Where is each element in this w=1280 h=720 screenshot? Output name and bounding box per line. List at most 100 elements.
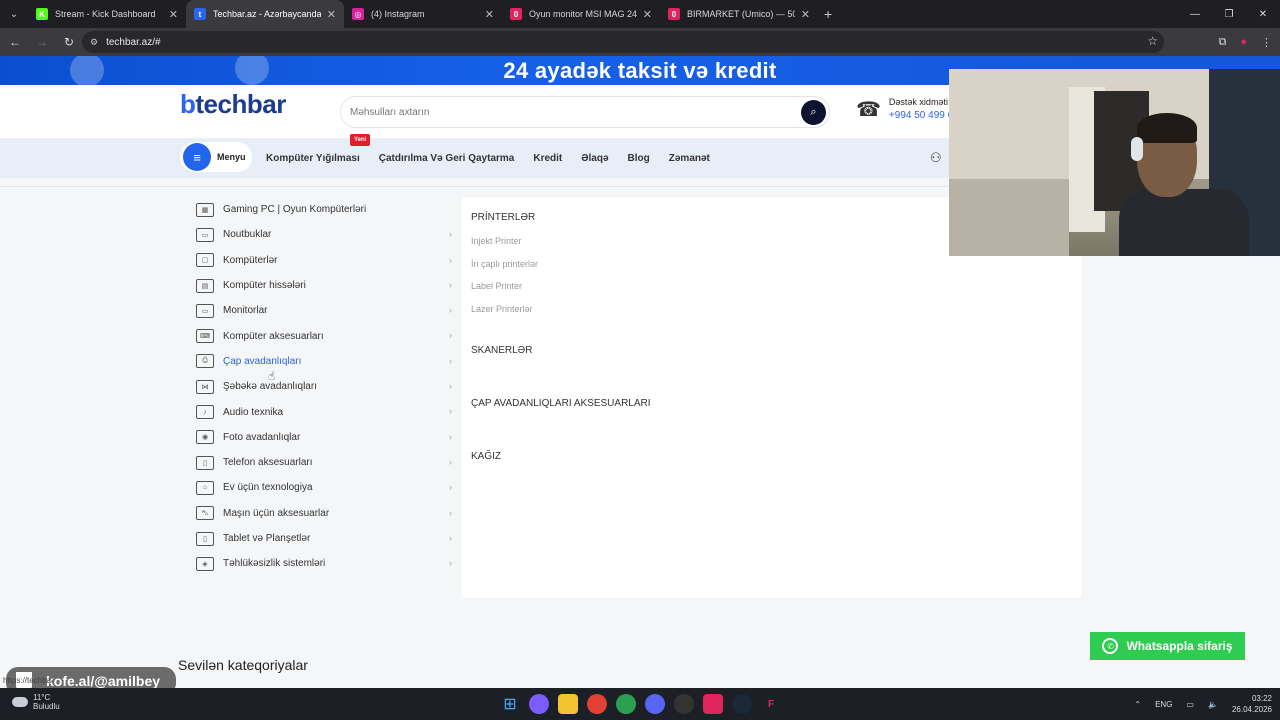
network-icon[interactable]: ▭: [1186, 700, 1194, 709]
category-item[interactable]: ⛍ Maşın üçün aksesuarlar ›: [190, 501, 460, 526]
category-item[interactable]: ▤ Kompüter hissələri ›: [190, 273, 460, 298]
audio-icon: ♪: [196, 405, 214, 420]
chrome-profile-icon[interactable]: [616, 694, 636, 714]
subcategory-link[interactable]: Injekt Printer: [471, 236, 522, 246]
system-tray: ⌃ ENG ▭ 🔈 03:22 26.04.2026: [1134, 688, 1272, 720]
tab-close-icon[interactable]: ✕: [801, 8, 810, 21]
chevron-right-icon: ›: [449, 406, 452, 417]
subcategory-group-title[interactable]: PRİNTERLƏR: [471, 212, 535, 223]
back-icon[interactable]: ←: [3, 30, 27, 54]
support-title: Dəstək xidməti: [888, 97, 948, 107]
address-bar[interactable]: ⚙ techbar.az/# ☆: [82, 31, 1164, 53]
forward-icon[interactable]: →: [30, 30, 54, 54]
tab-close-icon[interactable]: ✕: [485, 8, 494, 21]
tab-search-icon[interactable]: ⌄: [0, 0, 28, 28]
overlay-text: kofe.al/@amilbey: [46, 673, 161, 689]
menu-button[interactable]: ≡ Menyu: [180, 142, 252, 172]
browser-tab[interactable]: 0 BIRMARKET (Umico) — 500 000 ✕: [660, 0, 818, 28]
browser-tab[interactable]: 0 Oyun monitor MSI MAG 242F ✕: [502, 0, 660, 28]
nav-link[interactable]: Çatdırılma Və Geri Qaytarma: [379, 153, 515, 164]
support-contact[interactable]: ☎ Dəstək xidməti +994 50 499 6: [856, 97, 953, 122]
chevron-right-icon: ›: [449, 279, 452, 290]
category-item[interactable]: ▭ Monitorlar ›: [190, 298, 460, 323]
app-tf-icon[interactable]: F: [761, 694, 781, 714]
webcam-person-body: [1119, 189, 1249, 256]
category-item[interactable]: ▯ Telefon aksesuarları ›: [190, 450, 460, 475]
reload-icon[interactable]: ↻: [57, 30, 81, 54]
category-item[interactable]: ⌂ Ev üçün texnologiya ›: [190, 475, 460, 500]
browser-tab[interactable]: ◎ (4) Instagram ✕: [344, 0, 502, 28]
volume-icon[interactable]: 🔈: [1208, 700, 1218, 709]
tab-close-icon[interactable]: ✕: [327, 8, 336, 21]
subcategory-group-title[interactable]: SKANERLƏR: [471, 345, 532, 356]
category-label: Gaming PC | Oyun Kompüterləri: [223, 204, 367, 216]
tab-close-icon[interactable]: ✕: [643, 8, 652, 21]
banner-decoration: [70, 56, 104, 85]
language-indicator[interactable]: ENG: [1155, 700, 1172, 709]
chevron-right-icon: ›: [449, 254, 452, 265]
obs-icon[interactable]: [674, 694, 694, 714]
category-label: Tablet və Planşetlər: [223, 533, 311, 544]
extensions-icon[interactable]: ⧉: [1218, 36, 1226, 49]
laptop-icon: ▭: [196, 227, 214, 242]
subcategory-group-title[interactable]: KAĞIZ: [471, 451, 501, 462]
tray-chevron-icon[interactable]: ⌃: [1134, 700, 1141, 709]
tab-title: (4) Instagram: [371, 9, 425, 19]
whatsapp-order-button[interactable]: ✆ Whatsappla sifariş: [1090, 632, 1245, 660]
subcategory-link[interactable]: Label Printer: [471, 281, 522, 291]
chrome-icon[interactable]: [587, 694, 607, 714]
tab-favicon-icon: t: [194, 8, 206, 20]
bookmark-star-icon[interactable]: ☆: [1147, 34, 1158, 48]
close-window-icon[interactable]: ✕: [1246, 0, 1280, 28]
copilot-icon[interactable]: [529, 694, 549, 714]
nav-link[interactable]: Kompüter Yığılması: [266, 153, 360, 164]
category-item[interactable]: ◈ Təhlükəsizlik sistemləri ›: [190, 551, 460, 576]
desktop-icon: ▢: [196, 253, 214, 268]
category-item[interactable]: ▢ Kompüterlər ›: [190, 248, 460, 273]
category-item[interactable]: ▭ Noutbuklar ›: [190, 222, 460, 247]
techbar-logo[interactable]: btechbar: [180, 89, 286, 120]
user-icon[interactable]: ⚇: [930, 150, 942, 166]
home-tech-icon: ⌂: [196, 480, 214, 495]
nav-link[interactable]: Kredit: [533, 153, 562, 164]
subcategory-panel: PRİNTERLƏR Injekt Printer İri çaplı printe…: [461, 197, 1082, 598]
category-item[interactable]: ⎙ Çap avadanlıqları ›: [190, 349, 460, 374]
new-tab-icon[interactable]: +: [824, 6, 832, 22]
category-item[interactable]: ⌨ Kompüter aksesuarları ›: [190, 323, 460, 348]
category-item[interactable]: ♪ Audio texnika ›: [190, 399, 460, 424]
nav-link[interactable]: Əlaqə: [581, 153, 608, 164]
clock[interactable]: 03:22 26.04.2026: [1232, 693, 1272, 715]
tab-title: Oyun monitor MSI MAG 242F: [529, 9, 637, 19]
subcategory-link[interactable]: Lazer Printerlər: [471, 304, 533, 314]
discord-icon[interactable]: [645, 694, 665, 714]
subcategory-group-title[interactable]: ÇAP AVADANLIQLARI AKSESUARLARI: [471, 398, 651, 409]
minimize-icon[interactable]: —: [1178, 0, 1212, 28]
tiktok-icon[interactable]: [703, 694, 723, 714]
category-item[interactable]: ◉ Foto avadanlıqlar ›: [190, 425, 460, 450]
category-item[interactable]: ▯ Tablet və Planşetlər ›: [190, 526, 460, 551]
profile-icon[interactable]: ●: [1240, 36, 1247, 48]
category-menu: ▦ Gaming PC | Oyun Kompüterləri ▭ Noutbukla…: [190, 197, 460, 576]
category-item[interactable]: ▦ Gaming PC | Oyun Kompüterləri: [190, 197, 460, 222]
weather-widget[interactable]: 11°C Buludlu: [12, 693, 60, 711]
tab-close-icon[interactable]: ✕: [169, 8, 178, 21]
support-phone[interactable]: +994 50 499 6: [889, 110, 953, 121]
browser-tab[interactable]: t Techbar.az - Azərbaycanda Elek ✕: [186, 0, 344, 28]
site-info-icon[interactable]: ⚙: [90, 37, 98, 48]
start-icon[interactable]: ⊞: [500, 694, 520, 714]
nav-link[interactable]: Blog: [628, 153, 650, 164]
category-label: Audio texnika: [223, 406, 284, 418]
browser-tab[interactable]: K Stream - Kick Dashboard ✕: [28, 0, 186, 28]
file-explorer-icon[interactable]: [558, 694, 578, 714]
clock-date: 26.04.2026: [1231, 705, 1272, 714]
search-input[interactable]: [350, 106, 770, 118]
search-icon[interactable]: ⌕: [801, 100, 826, 125]
gaming-pc-icon: ▦: [196, 202, 214, 217]
category-item[interactable]: ⋈ Şəbəkə avadanlıqları ›: [190, 374, 460, 399]
subcategory-link[interactable]: İri çaplı printerlər: [471, 259, 538, 269]
window-controls: — ❐ ✕: [1178, 0, 1280, 28]
steam-icon[interactable]: [732, 694, 752, 714]
nav-link[interactable]: Zəmanət: [669, 153, 710, 164]
restore-icon[interactable]: ❐: [1212, 0, 1246, 28]
browser-menu-icon[interactable]: ⋮: [1261, 36, 1272, 49]
